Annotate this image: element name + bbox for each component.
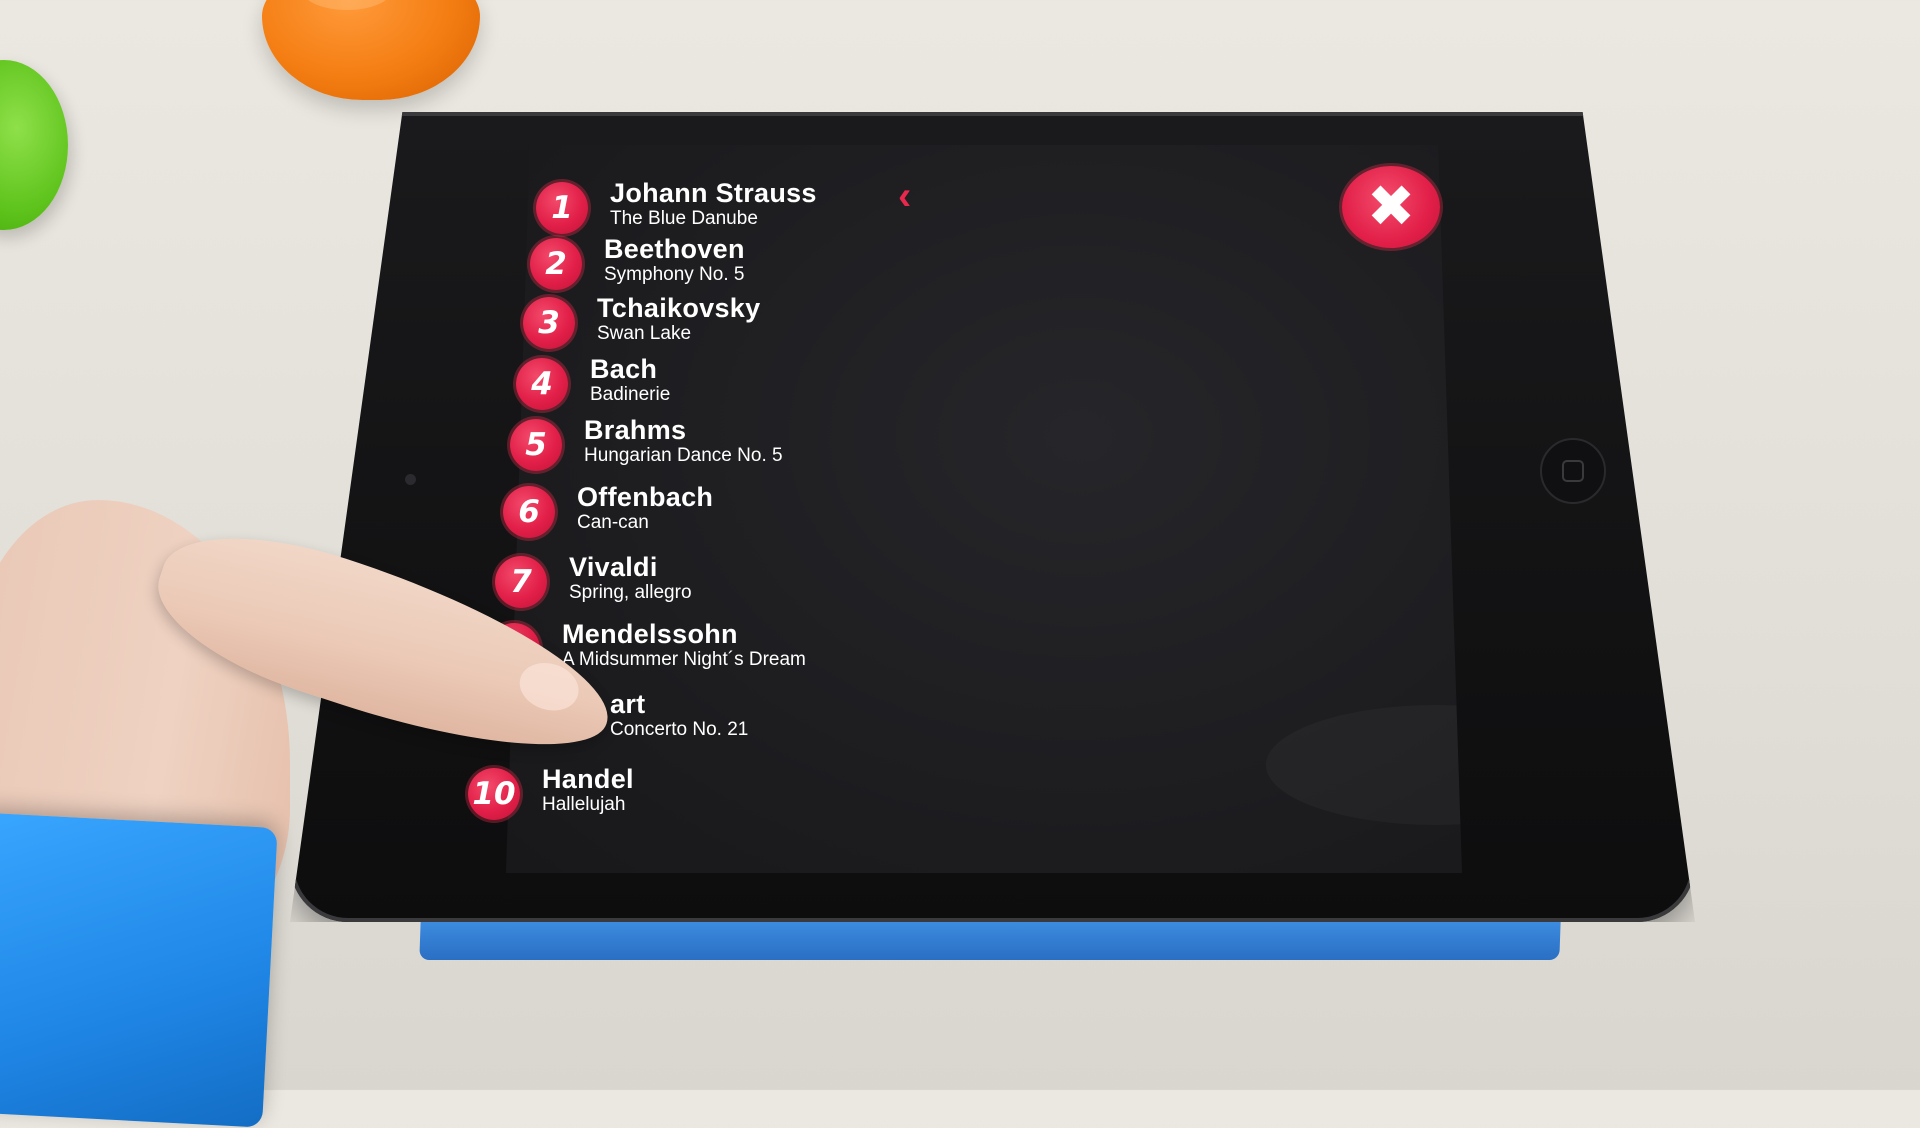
close-icon: ✖ [1366, 174, 1416, 239]
piece-title: Badinerie [590, 384, 671, 405]
song-number-badge: 5 [510, 419, 562, 471]
piece-title: A Midsummer Night´s Dream [562, 649, 806, 670]
song-number-badge: 1 [536, 182, 588, 234]
tablet-cover [419, 920, 1561, 960]
piece-title: Concerto No. 21 [610, 719, 749, 740]
piece-title: The Blue Danube [610, 208, 758, 229]
composer-name: Johann Strauss [610, 178, 817, 208]
orange-toy [262, 0, 480, 100]
song-number-badge: 4 [516, 358, 568, 410]
composer-name: Mendelssohn [562, 619, 738, 649]
composer-name: Brahms [584, 415, 687, 445]
song-number-badge: 2 [530, 238, 582, 290]
blue-toy-box [0, 812, 278, 1128]
piece-title: Symphony No. 5 [604, 264, 745, 285]
piece-title: Can-can [577, 512, 649, 533]
piece-title: Swan Lake [597, 323, 692, 344]
piece-title: Hallelujah [542, 794, 626, 815]
song-number-badge: 3 [523, 297, 575, 349]
composer-name: Bach [590, 354, 658, 384]
song-number-badge: 7 [495, 556, 547, 608]
close-button[interactable]: ✖ [1342, 166, 1440, 248]
front-camera [405, 474, 416, 485]
back-button[interactable]: ‹ [898, 176, 928, 216]
composer-name: Offenbach [577, 482, 714, 512]
composer-name: Vivaldi [569, 552, 658, 582]
chevron-left-icon: ‹ [898, 174, 912, 218]
composer-name: art [610, 689, 646, 719]
composer-name: Tchaikovsky [597, 293, 761, 323]
composer-name: Handel [542, 764, 634, 794]
home-button[interactable] [1540, 438, 1606, 504]
song-number-badge: 10 [468, 768, 520, 820]
song-number-badge: 6 [503, 486, 555, 538]
piece-title: Hungarian Dance No. 5 [584, 445, 783, 466]
composer-name: Beethoven [604, 234, 745, 264]
green-toy [0, 60, 68, 230]
piece-title: Spring, allegro [569, 582, 692, 603]
